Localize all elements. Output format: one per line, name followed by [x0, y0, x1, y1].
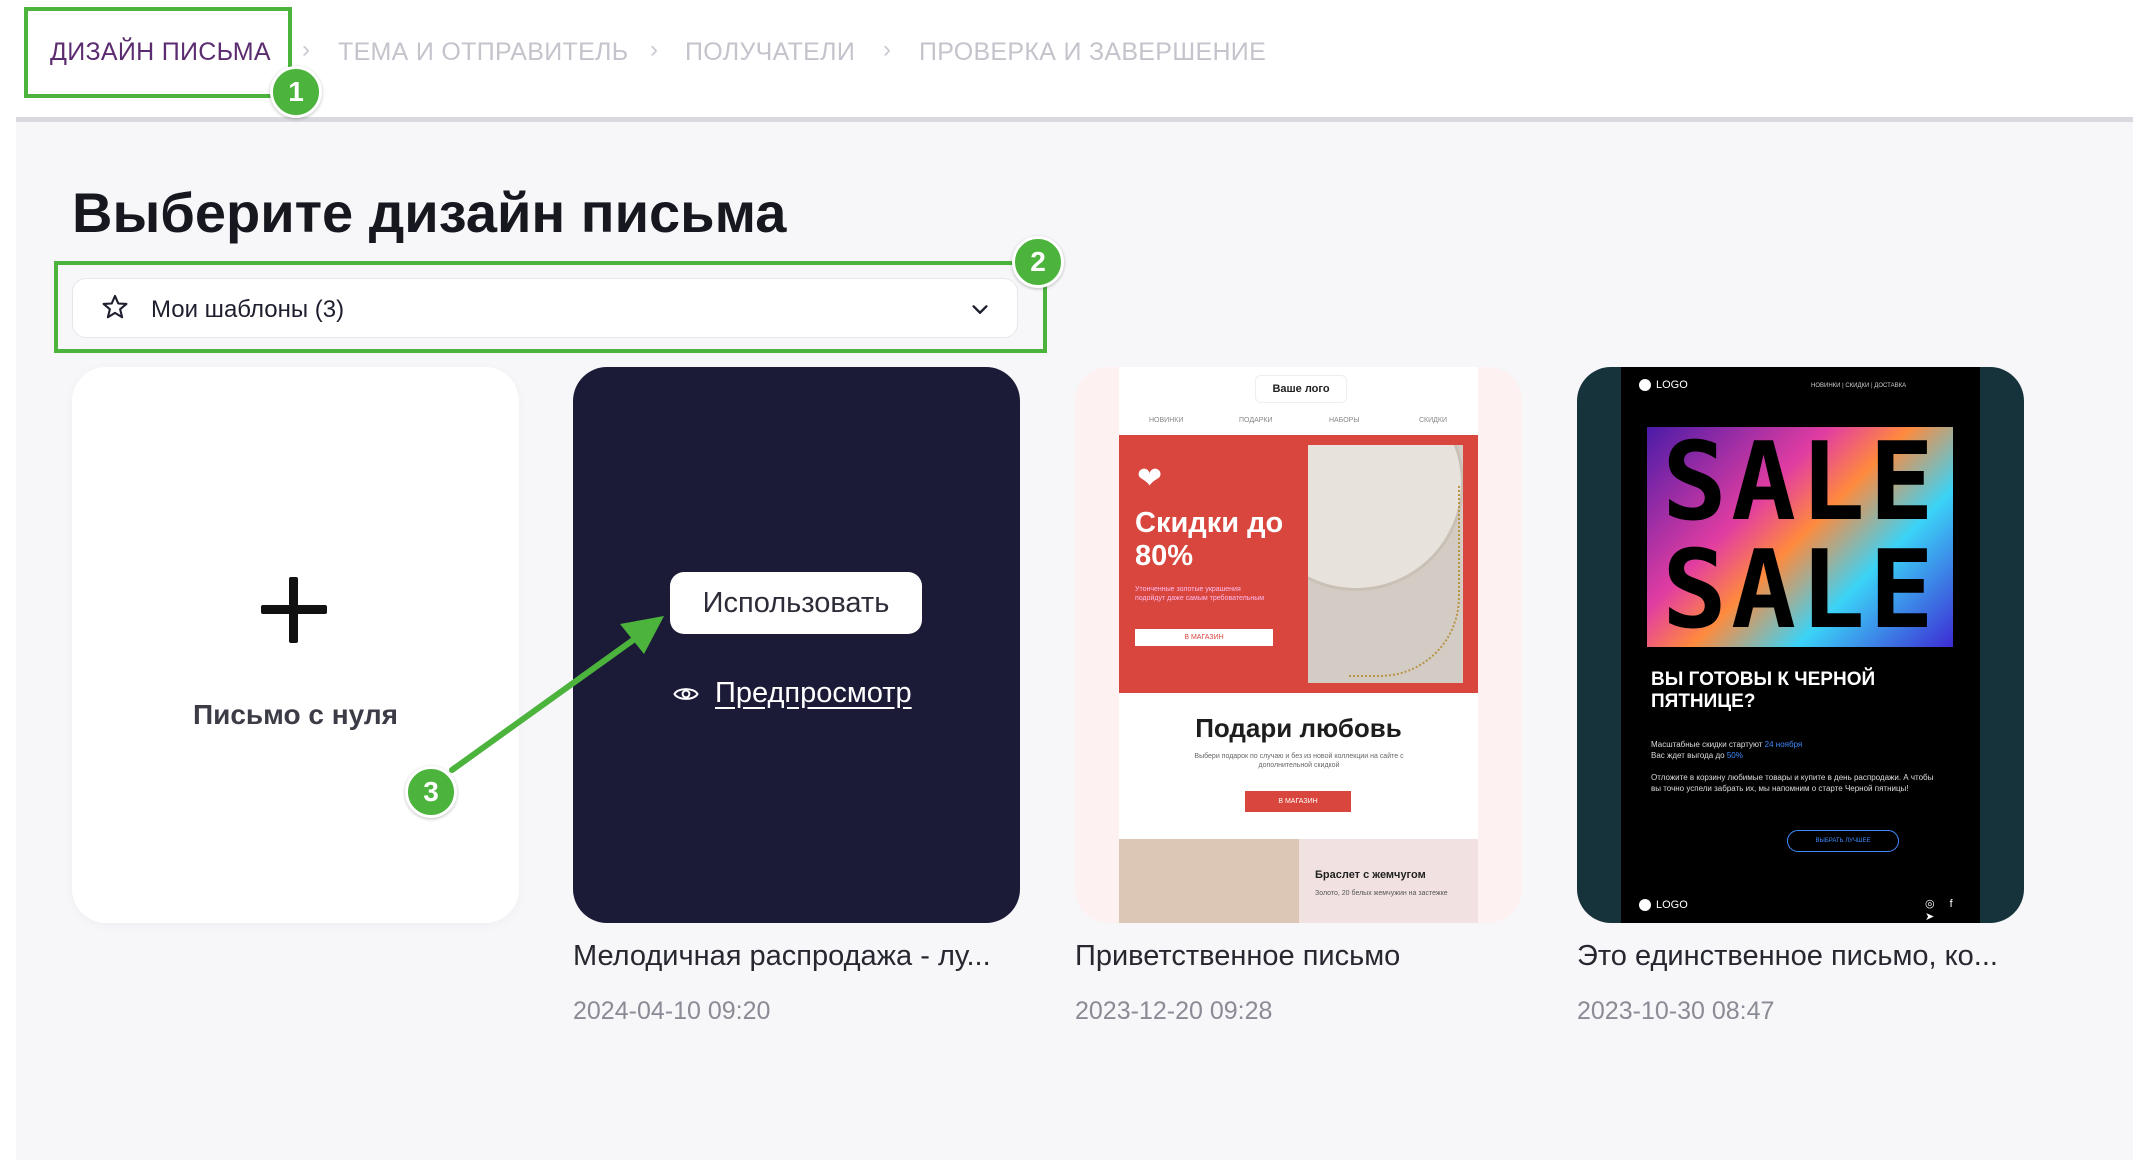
annotation-arrow [449, 616, 664, 773]
annotation-badge: 3 [405, 766, 457, 818]
